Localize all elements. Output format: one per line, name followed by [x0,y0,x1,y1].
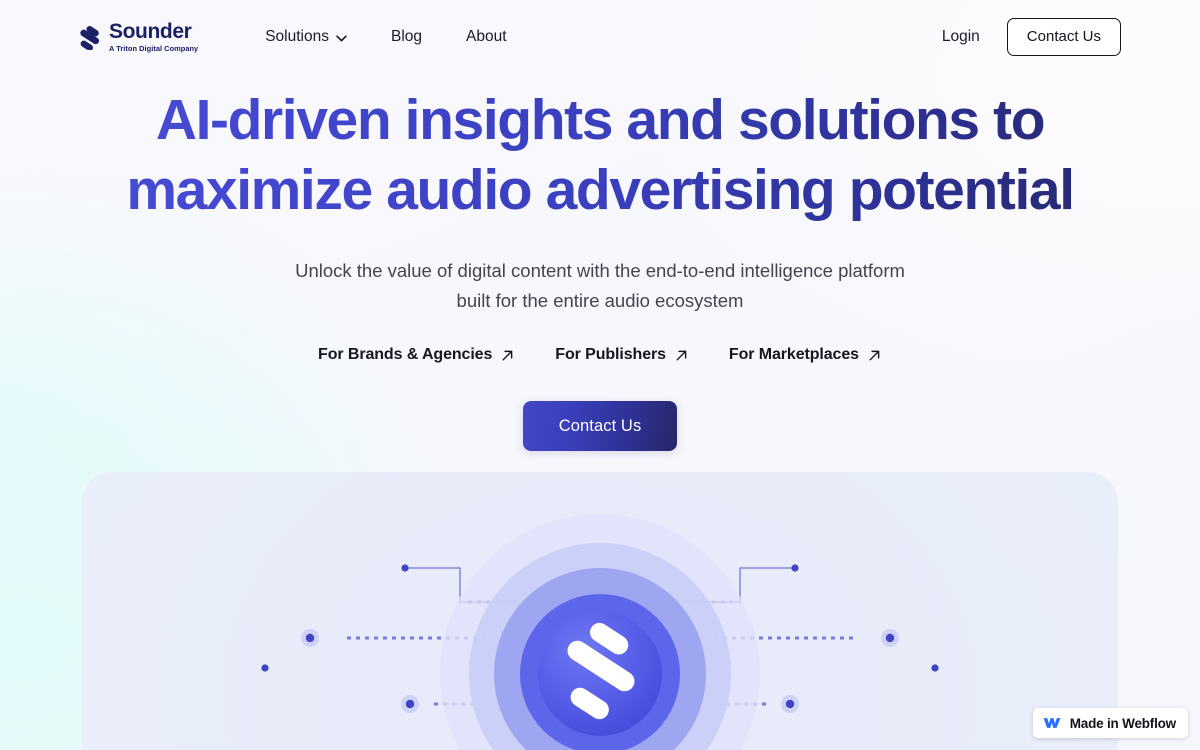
nav-item-blog[interactable]: Blog [369,22,444,52]
sounder-s-mark-icon [80,25,100,50]
nav-item-solutions[interactable]: Solutions [243,22,369,52]
arrow-up-right-icon [676,350,687,361]
hero-link-brands-agencies[interactable]: For Brands & Agencies [318,346,515,364]
nav-item-label: Solutions [265,28,329,45]
main-navigation: Sounder A Triton Digital Company Solutio… [0,0,1200,74]
hero-contact-us-button[interactable]: Contact Us [522,401,678,452]
hero-visual-illustration [261,514,939,750]
hero-section: AI-driven insights and solutions to maxi… [0,74,1200,452]
hero-link-marketplaces[interactable]: For Marketplaces [729,346,882,364]
hero-visual-card [82,472,1118,750]
hero-subtitle-line-1: Unlock the value of digital content with… [295,260,905,282]
hero-link-publishers[interactable]: For Publishers [555,346,689,364]
made-in-webflow-badge[interactable]: Made in Webflow [1032,708,1188,738]
hero-audience-links: For Brands & Agencies For Publishers For… [0,346,1200,364]
nav-item-about[interactable]: About [444,22,529,52]
made-in-webflow-label: Made in Webflow [1069,715,1176,731]
nav-contact-us-button[interactable]: Contact Us [1006,17,1121,57]
hero-link-label: For Brands & Agencies [318,346,493,364]
hero-link-label: For Marketplaces [728,346,859,364]
arrow-up-right-icon [502,350,513,361]
brand-name: Sounder [109,20,192,44]
chevron-down-icon [336,34,347,41]
hero-subtitle-line-2: built for the entire audio ecosystem [456,290,744,312]
nav-links: Solutions Blog About [243,22,528,52]
webflow-logo-icon [1043,718,1061,728]
nav-item-label: About [466,28,507,45]
nav-item-label: Blog [390,28,423,45]
hero-title: AI-driven insights and solutions to maxi… [0,85,1200,225]
hero-cta-wrapper: Contact Us [0,401,1200,452]
hero-subtitle: Unlock the value of digital content with… [0,256,1200,316]
brand-tagline: A Triton Digital Company [109,44,199,54]
arrow-up-right-icon [869,350,880,361]
nav-actions: Login Contact Us [942,17,1121,57]
hero-link-label: For Publishers [555,346,666,364]
brand-logo[interactable]: Sounder A Triton Digital Company [79,20,199,54]
login-link[interactable]: Login [942,28,980,46]
